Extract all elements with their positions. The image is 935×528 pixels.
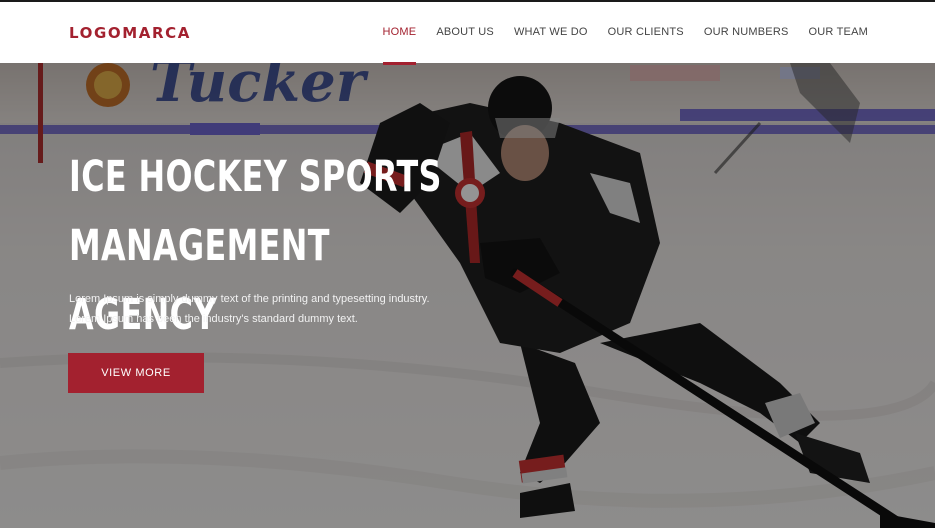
main-nav: HOME ABOUT US WHAT WE DO OUR CLIENTS OUR… — [363, 2, 869, 65]
window-top-border — [0, 0, 935, 2]
logo[interactable]: LOGOMARCA — [69, 24, 191, 42]
hero-description: Lorem Ipsum is simply dummy text of the … — [69, 293, 430, 325]
nav-our-numbers[interactable]: OUR NUMBERS — [704, 2, 789, 63]
view-more-button[interactable]: VIEW MORE — [68, 353, 204, 393]
nav-what-we-do[interactable]: WHAT WE DO — [514, 2, 588, 63]
nav-about-us[interactable]: ABOUT US — [436, 2, 494, 63]
hero-section: Tucker ICE HOCKEY SPORTS MANAGEMENT AGEN… — [0, 63, 935, 528]
hero-title-line-1: ICE HOCKEY SPORTS — [69, 152, 442, 202]
nav-our-team[interactable]: OUR TEAM — [809, 2, 868, 63]
nav-our-clients[interactable]: OUR CLIENTS — [608, 2, 684, 63]
nav-home[interactable]: HOME — [382, 2, 417, 65]
site-header: LOGOMARCA HOME ABOUT US WHAT WE DO OUR C… — [0, 2, 935, 65]
